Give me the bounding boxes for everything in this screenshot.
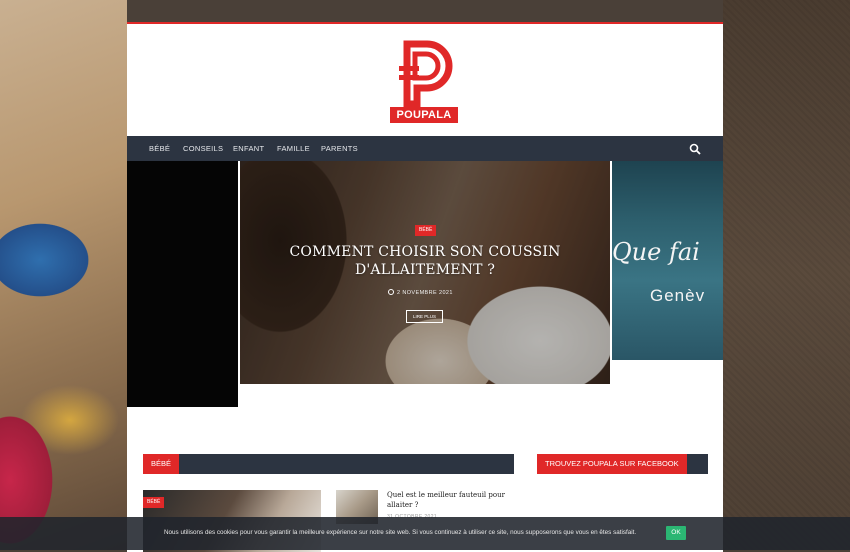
- slide-title[interactable]: COMMENT CHOISIR SON COUSSIN D'ALLAITEMEN…: [280, 243, 570, 279]
- read-more-button[interactable]: LIRE PLUS: [406, 310, 444, 323]
- cookie-ok-button[interactable]: OK: [666, 526, 686, 540]
- header: POUPALA: [127, 24, 723, 136]
- nav-item-enfant[interactable]: ENFANT: [233, 136, 264, 161]
- background-right: [723, 0, 850, 550]
- background-left: [0, 0, 127, 550]
- slide-previous[interactable]: [127, 161, 238, 407]
- post-category-badge[interactable]: BÉBÉ: [143, 497, 165, 508]
- nav-item-famille[interactable]: FAMILLE: [277, 136, 310, 161]
- nav-item-conseils[interactable]: CONSEILS: [183, 136, 223, 161]
- cookie-text: Nous utilisons des cookies pour vous gar…: [164, 529, 637, 536]
- post-title[interactable]: Quel est le meilleur fauteuil pour allai…: [387, 490, 512, 510]
- slide-current[interactable]: BÉBÉ COMMENT CHOISIR SON COUSSIN D'ALLAI…: [240, 161, 610, 384]
- clock-icon: [388, 289, 394, 295]
- slide-next-text-1: Que fai: [612, 238, 700, 266]
- logo-text[interactable]: POUPALA: [390, 107, 458, 123]
- search-icon[interactable]: [689, 143, 701, 155]
- section-header-bar: [143, 454, 514, 474]
- slide-date-text: 2 NOVEMBRE 2021: [397, 290, 453, 296]
- site-container: POUPALA BÉBÉ CONSEILS ENFANT FAMILLE PAR…: [127, 22, 723, 552]
- logo-mark-icon[interactable]: [389, 40, 459, 110]
- slide-next[interactable]: Que fai Genèv: [612, 161, 723, 360]
- cookie-banner: Nous utilisons des cookies pour vous gar…: [0, 517, 850, 550]
- main-nav: BÉBÉ CONSEILS ENFANT FAMILLE PARENTS: [127, 136, 723, 161]
- featured-slider: BÉBÉ COMMENT CHOISIR SON COUSSIN D'ALLAI…: [127, 161, 723, 407]
- section-title[interactable]: BÉBÉ: [143, 454, 180, 474]
- slide-next-text-2: Genèv: [650, 286, 706, 305]
- nav-item-bebe[interactable]: BÉBÉ: [149, 136, 170, 161]
- slide-date: 2 NOVEMBRE 2021: [388, 289, 453, 296]
- facebook-widget-title: TROUVEZ POUPALA SUR FACEBOOK: [537, 454, 687, 474]
- nav-item-parents[interactable]: PARENTS: [321, 136, 358, 161]
- slide-category-badge[interactable]: BÉBÉ: [415, 225, 437, 236]
